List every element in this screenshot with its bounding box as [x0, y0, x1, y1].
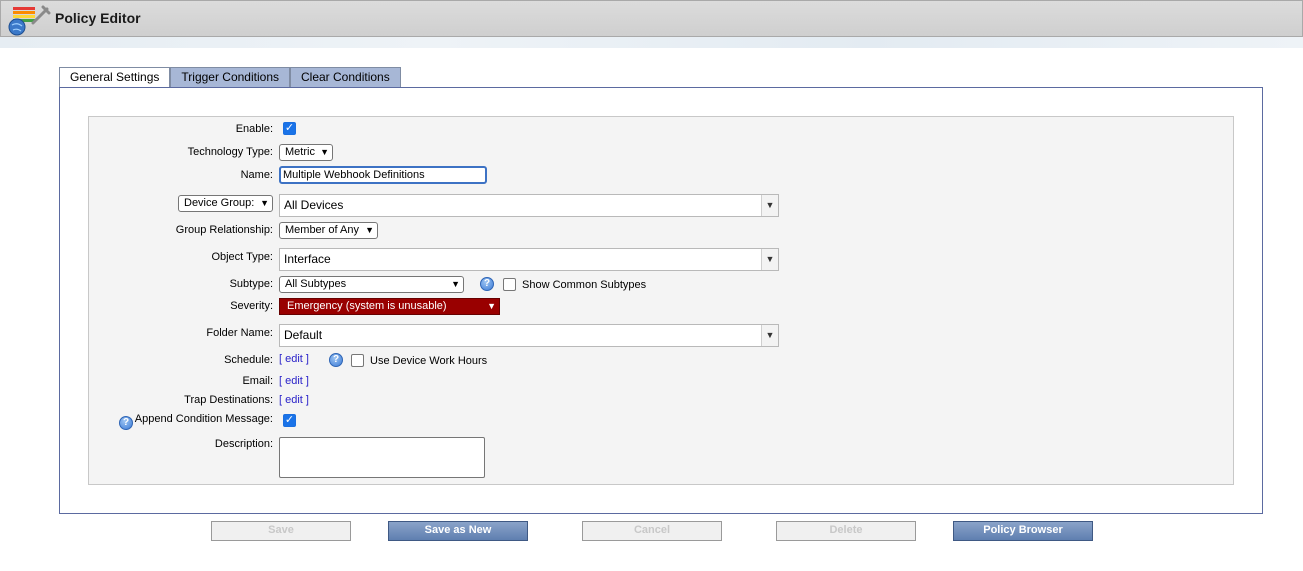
- object-type-combo[interactable]: Interface ▼: [279, 248, 779, 271]
- description-textarea[interactable]: [279, 437, 485, 478]
- folder-name-label: Folder Name:: [206, 327, 273, 339]
- append-condition-message-label: Append Condition Message:: [134, 413, 273, 425]
- cancel-button[interactable]: Cancel: [582, 521, 722, 541]
- technology-type-label: Technology Type:: [187, 146, 273, 158]
- schedule-label: Schedule:: [224, 354, 273, 366]
- enable-checkbox[interactable]: ✓: [283, 122, 296, 135]
- save-as-new-button[interactable]: Save as New: [388, 521, 528, 541]
- technology-type-value: Metric: [285, 146, 315, 158]
- tab-general-settings[interactable]: General Settings: [59, 67, 171, 88]
- dropdown-arrow-icon[interactable]: ▼: [761, 249, 778, 270]
- folder-name-value: Default: [284, 328, 323, 342]
- dropdown-arrow-icon[interactable]: ▼: [761, 195, 778, 216]
- name-input-value: Multiple Webhook Definitions: [283, 169, 425, 181]
- schedule-help-icon[interactable]: ?: [329, 353, 343, 367]
- show-common-subtypes-checkbox[interactable]: [503, 278, 516, 291]
- policy-editor-icon: [8, 5, 51, 36]
- description-label: Description:: [214, 438, 273, 450]
- subtype-label: Subtype:: [229, 278, 273, 290]
- device-group-value: All Devices: [284, 198, 344, 212]
- trap-destinations-edit-link[interactable]: [ edit ]: [279, 394, 309, 406]
- delete-button[interactable]: Delete: [776, 521, 916, 541]
- group-relationship-value: Member of Any: [285, 224, 359, 236]
- chevron-down-icon: ▼: [260, 198, 269, 208]
- severity-label: Severity:: [230, 300, 273, 312]
- title-subbar: [0, 37, 1303, 48]
- tab-trigger-conditions[interactable]: Trigger Conditions: [170, 67, 290, 87]
- device-group-selector-value: Device Group:: [184, 197, 255, 209]
- name-input[interactable]: Multiple Webhook Definitions: [279, 166, 487, 184]
- severity-value: Emergency (system is unusable): [287, 300, 447, 312]
- dropdown-arrow-icon[interactable]: ▼: [761, 325, 778, 346]
- object-type-value: Interface: [284, 252, 331, 266]
- device-group-combo[interactable]: All Devices ▼: [279, 194, 779, 217]
- policy-browser-button[interactable]: Policy Browser: [953, 521, 1093, 541]
- email-label: Email:: [242, 375, 273, 387]
- trap-destinations-label: Trap Destinations:: [184, 394, 273, 406]
- subtype-value: All Subtypes: [285, 278, 347, 290]
- name-label: Name:: [240, 169, 273, 181]
- technology-type-select[interactable]: Metric ▼: [279, 144, 333, 161]
- email-edit-link[interactable]: [ edit ]: [279, 375, 309, 387]
- use-device-work-hours-label: Use Device Work Hours: [370, 355, 488, 367]
- chevron-down-icon: ▼: [365, 225, 374, 235]
- object-type-label: Object Type:: [211, 251, 273, 263]
- chevron-down-icon: ▼: [487, 301, 496, 311]
- schedule-edit-link[interactable]: [ edit ]: [279, 353, 309, 365]
- chevron-down-icon: ▼: [451, 279, 460, 289]
- device-group-selector[interactable]: Device Group: ▼: [178, 195, 273, 212]
- tab-clear-conditions[interactable]: Clear Conditions: [290, 67, 401, 87]
- save-button[interactable]: Save: [211, 521, 351, 541]
- window-title: Policy Editor: [55, 10, 141, 26]
- show-common-subtypes-label: Show Common Subtypes: [522, 279, 647, 291]
- chevron-down-icon: ▼: [320, 147, 329, 157]
- subtype-help-icon[interactable]: ?: [480, 277, 494, 291]
- group-relationship-label: Group Relationship:: [175, 224, 273, 236]
- group-relationship-select[interactable]: Member of Any ▼: [279, 222, 378, 239]
- folder-name-combo[interactable]: Default ▼: [279, 324, 779, 347]
- tab-bar: General Settings Trigger Conditions Clea…: [59, 67, 401, 89]
- use-device-work-hours-checkbox[interactable]: [351, 354, 364, 367]
- severity-select[interactable]: Emergency (system is unusable) ▼: [279, 298, 500, 315]
- append-condition-message-checkbox[interactable]: ✓: [283, 414, 296, 427]
- title-bar: Policy Editor: [0, 0, 1303, 37]
- enable-label: Enable:: [235, 123, 273, 135]
- subtype-select[interactable]: All Subtypes ▼: [279, 276, 464, 293]
